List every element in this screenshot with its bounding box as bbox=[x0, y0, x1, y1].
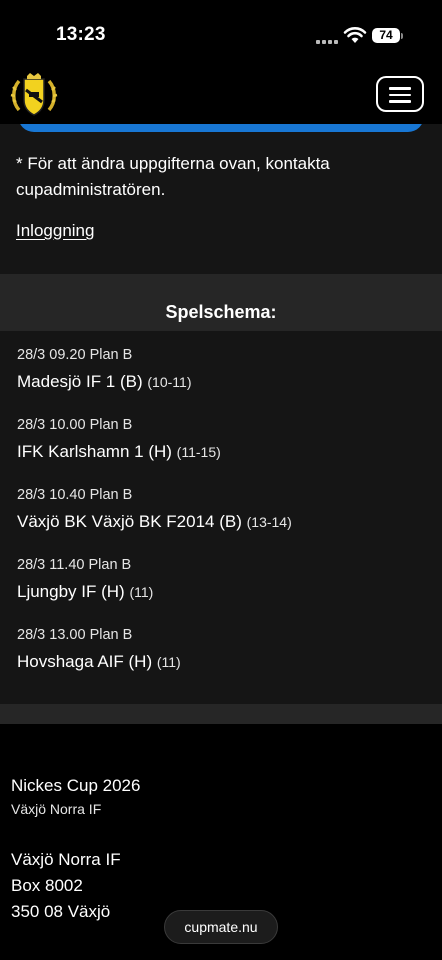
match-team-line: Madesjö IF 1 (B) (10-11) bbox=[17, 371, 191, 393]
match-item[interactable]: 28/3 11.40 Plan B Ljungby IF (H) (11) bbox=[17, 555, 153, 603]
match-item[interactable]: 28/3 10.00 Plan B IFK Karlshamn 1 (H) (1… bbox=[17, 415, 221, 463]
status-time: 13:23 bbox=[56, 24, 106, 45]
match-group: (11) bbox=[156, 654, 181, 670]
contact-admin-note: * För att ändra uppgifterna ovan, kontak… bbox=[16, 154, 330, 199]
match-team-line: Ljungby IF (H) (11) bbox=[17, 581, 153, 603]
match-team-line: Hovshaga AIF (H) (11) bbox=[17, 651, 181, 673]
schedule-header: Spelschema: bbox=[0, 274, 442, 331]
match-item[interactable]: 28/3 13.00 Plan B Hovshaga AIF (H) (11) bbox=[17, 625, 181, 673]
cup-name: Nickes Cup 2026 bbox=[11, 776, 141, 795]
match-time: 28/3 09.20 Plan B bbox=[17, 347, 133, 363]
club-crest-icon[interactable] bbox=[10, 72, 58, 120]
match-group: (10-11) bbox=[147, 374, 192, 390]
status-bar: 13:23 74 bbox=[0, 0, 442, 70]
match-time: 28/3 10.40 Plan B bbox=[17, 487, 133, 503]
address-line: 350 08 Växjö bbox=[11, 902, 111, 921]
site-header bbox=[0, 70, 442, 124]
battery-indicator: 74 bbox=[372, 28, 400, 43]
battery-nub bbox=[401, 33, 403, 39]
action-button[interactable] bbox=[18, 124, 424, 132]
match-group: (13-14) bbox=[246, 514, 292, 530]
match-team-line: Växjö BK Växjö BK F2014 (B) (13-14) bbox=[17, 511, 292, 533]
menu-button[interactable] bbox=[376, 76, 424, 112]
match-opponent: IFK Karlshamn 1 (H) bbox=[17, 442, 172, 461]
schedule-list: 28/3 09.20 Plan B Madesjö IF 1 (B) (10-1… bbox=[0, 331, 442, 704]
match-item[interactable]: 28/3 09.20 Plan B Madesjö IF 1 (B) (10-1… bbox=[17, 345, 191, 393]
address-line: Växjö Norra IF bbox=[11, 850, 121, 869]
match-group: (11-15) bbox=[176, 444, 221, 460]
cellular-signal-icon bbox=[316, 32, 340, 44]
info-panel: * För att ändra uppgifterna ovan, kontak… bbox=[0, 124, 442, 274]
match-item[interactable]: 28/3 10.40 Plan B Växjö BK Växjö BK F201… bbox=[17, 485, 292, 533]
match-time: 28/3 13.00 Plan B bbox=[17, 627, 133, 643]
match-time: 28/3 11.40 Plan B bbox=[17, 557, 132, 573]
wifi-icon bbox=[343, 27, 367, 43]
match-opponent: Växjö BK Växjö BK F2014 (B) bbox=[17, 512, 242, 531]
match-team-line: IFK Karlshamn 1 (H) (11-15) bbox=[17, 441, 221, 463]
match-opponent: Ljungby IF (H) bbox=[17, 582, 125, 601]
match-time: 28/3 10.00 Plan B bbox=[17, 417, 133, 433]
cup-organizer: Växjö Norra IF bbox=[11, 801, 102, 817]
cupmate-link[interactable]: cupmate.nu bbox=[164, 910, 278, 944]
section-divider bbox=[0, 704, 442, 724]
match-opponent: Hovshaga AIF (H) bbox=[17, 652, 153, 671]
address-line: Box 8002 bbox=[11, 876, 83, 895]
schedule-title: Spelschema: bbox=[165, 302, 277, 322]
match-group: (11) bbox=[129, 584, 154, 600]
match-opponent: Madesjö IF 1 (B) bbox=[17, 372, 143, 391]
login-link[interactable]: Inloggning bbox=[16, 221, 94, 241]
